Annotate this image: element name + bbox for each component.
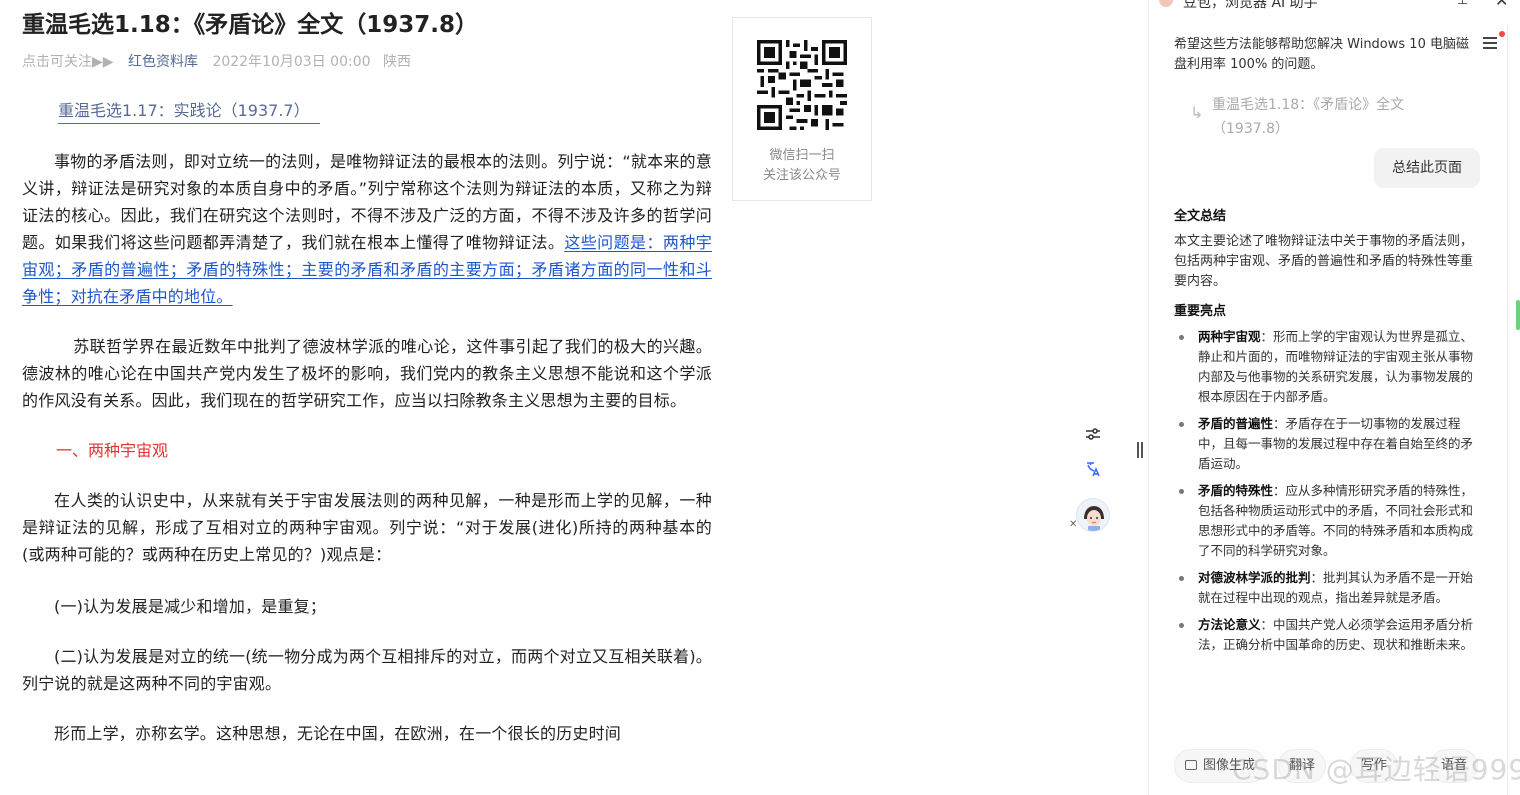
browser-page: 重温毛选1.18：《矛盾论》全文（1937.8） 点击可关注▶▶ 红色资料库 2… (0, 0, 1520, 795)
assistant-avatar-button[interactable] (1076, 498, 1110, 532)
highlights-list: 两种宇宙观：形而上学的宇宙观认为世界是孤立、静止和片面的，而唯物辩证法的宇宙观主… (1174, 327, 1484, 662)
close-panel-icon[interactable]: ✕ (1495, 0, 1508, 10)
section-heading-1: 一、两种宇宙观 (56, 441, 169, 460)
panel-resize-handle[interactable] (1137, 442, 1145, 462)
article-meta: 点击可关注▶▶ 红色资料库 2022年10月03日 00:00 陕西 (22, 52, 712, 72)
highlights-heading: 重要亮点 (1174, 304, 1227, 319)
csdn-watermark: CSDN @耳边轻语999 (1232, 753, 1520, 786)
follow-link[interactable]: 点击可关注▶▶ (22, 54, 114, 70)
menu-icon[interactable] (1483, 37, 1499, 51)
previous-answer-text: 希望这些方法能够帮助您解决 Windows 10 电脑磁盘利用率 100% 的问… (1174, 37, 1469, 72)
highlight-term: 两种宇宙观 (1198, 329, 1261, 344)
qr-caption-line-1: 微信扫一扫 (769, 148, 835, 163)
assistant-avatar-icon (1077, 499, 1109, 531)
publish-date: 2022年10月03日 00:00 (212, 54, 371, 70)
paragraph-1: 事物的矛盾法则，即对立统一的法则，是唯物辩证法的最根本的法则。列宁说：“就本来的… (22, 148, 712, 310)
user-message-bubble: 总结此页面 (1374, 148, 1480, 188)
ai-panel-title: 豆包，浏览器 AI 助手 (1183, 0, 1318, 11)
ai-assistant-panel: 豆包，浏览器 AI 助手 ⊥ ✕ 希望这些方法能够帮助您解决 Windows 1… (1148, 0, 1520, 795)
notification-dot (1499, 31, 1505, 37)
reference-title: 重温毛选1.18：《矛盾论》全文（1937.8） (1212, 97, 1405, 137)
highlight-term: 对德波林学派的批判 (1198, 570, 1311, 585)
summary-text: 本文主要论述了唯物辩证法中关于事物的矛盾法则，包括两种宇宙观、矛盾的普遍性和矛盾… (1174, 234, 1474, 289)
highlight-item: 矛盾的特殊性：应从多种情形研究矛盾的特殊性，包括各种物质运动形式中的矛盾，不同社… (1174, 481, 1484, 561)
article: 重温毛选1.18：《矛盾论》全文（1937.8） 点击可关注▶▶ 红色资料库 2… (22, 0, 712, 747)
paragraph-4: (一)认为发展是减少和增加，是重复； (54, 597, 327, 616)
translate-page-icon[interactable] (1084, 460, 1104, 480)
qr-code-card: 微信扫一扫 关注该公众号 (732, 17, 872, 201)
paragraph-2: 苏联哲学界在最近数年中批判了德波林学派的唯心论，这件事引起了我们的极大的兴趣。德… (22, 337, 712, 410)
pin-icon[interactable]: ⊥ (1457, 0, 1468, 8)
highlight-item: 对德波林学派的批判：批判其认为矛盾不是一开始就在过程中出现的观点，指出差异就是矛… (1174, 568, 1484, 608)
summary-heading: 全文总结 (1174, 209, 1227, 224)
highlight-item: 方法论意义：中国共产党人必须学会运用矛盾分析法，正确分析中国革命的历史、现状和推… (1174, 615, 1484, 655)
paragraph-5: (二)认为发展是对立的统一(统一物分成为两个互相排斥的对立，而两个对立又互相关联… (22, 647, 712, 693)
reference-arrow-icon: ↳ (1190, 103, 1204, 122)
highlight-item: 矛盾的普遍性：矛盾存在于一切事物的发展过程中，且每一事物的发展过程中存在着自始至… (1174, 414, 1484, 474)
image-icon (1185, 760, 1197, 770)
qr-caption: 微信扫一扫 关注该公众号 (733, 146, 871, 186)
qr-caption-line-2: 关注该公众号 (762, 168, 841, 183)
adjust-settings-icon[interactable] (1084, 425, 1104, 445)
highlight-term: 方法论意义 (1198, 617, 1261, 632)
close-avatar-icon[interactable]: ✕ (1069, 519, 1077, 530)
previous-article-link[interactable]: 重温毛选1.17：实践论（1937.7） (58, 99, 320, 124)
highlight-term: 矛盾的特殊性 (1198, 483, 1274, 498)
account-name-link[interactable]: 红色资料库 (128, 54, 198, 70)
publish-location: 陕西 (382, 54, 411, 70)
paragraph-6: 形而上学，亦称玄学。这种思想，无论在中国，在欧洲，在一个很长的历史时间 (54, 724, 622, 743)
scroll-indicator (1516, 300, 1520, 330)
doubao-logo-icon (1159, 0, 1173, 7)
qr-code-image (757, 40, 847, 130)
ai-panel-header: 豆包，浏览器 AI 助手 ⊥ ✕ (1149, 0, 1520, 13)
ai-chat-area: 希望这些方法能够帮助您解决 Windows 10 电脑磁盘利用率 100% 的问… (1150, 25, 1508, 795)
highlight-term: 矛盾的普遍性 (1198, 416, 1274, 431)
paragraph-3: 在人类的认识史中，从来就有关于宇宙发展法则的两种见解，一种是形而上学的见解，一种… (22, 491, 712, 564)
article-title: 重温毛选1.18：《矛盾论》全文（1937.8） (22, 12, 479, 38)
highlight-item: 两种宇宙观：形而上学的宇宙观认为世界是孤立、静止和片面的，而唯物辩证法的宇宙观主… (1174, 327, 1484, 407)
